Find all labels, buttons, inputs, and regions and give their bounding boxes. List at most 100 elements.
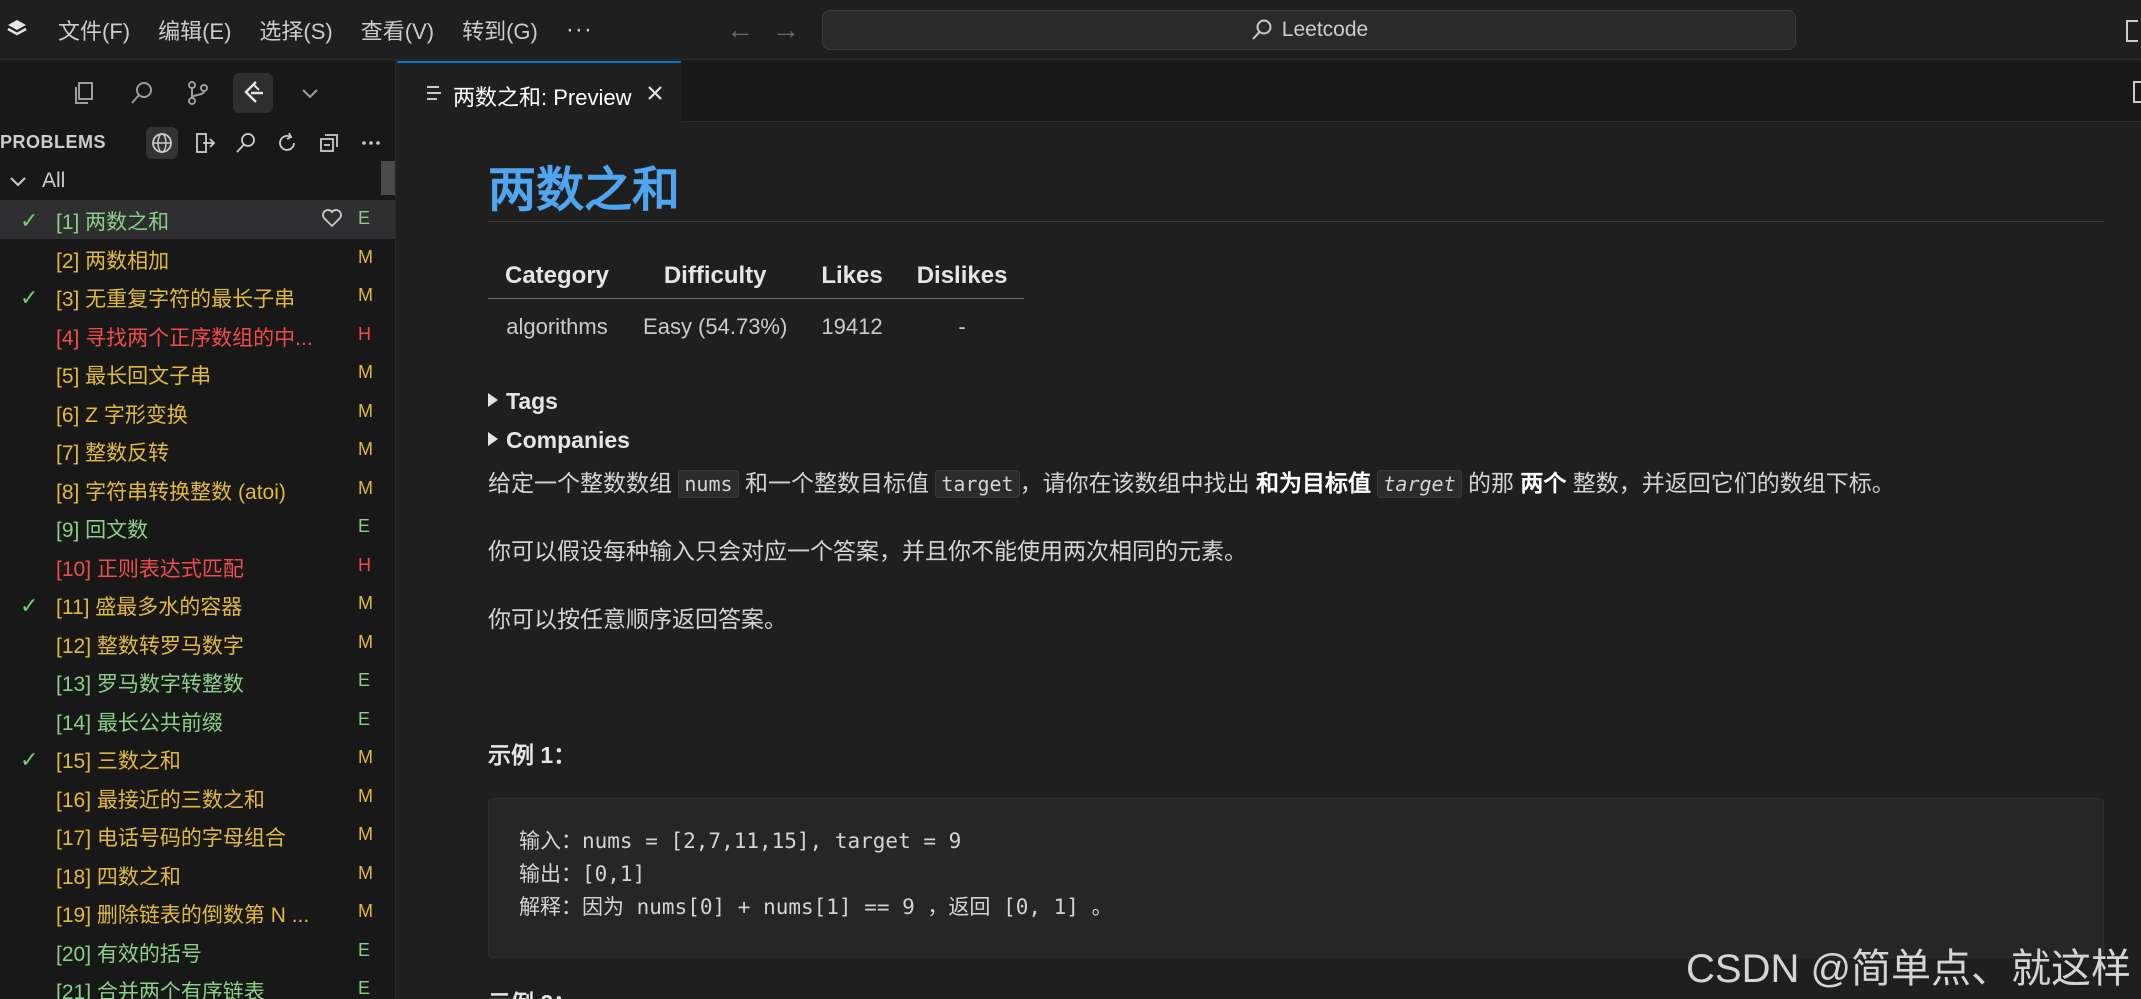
search-icon xyxy=(1252,19,1272,40)
difficulty-badge: M xyxy=(358,824,373,844)
problem-title: [13] 罗马数字转整数 xyxy=(56,673,244,696)
problem-title: [18] 四数之和 xyxy=(56,865,181,889)
editor-tab-bar: 两数之和: Preview xyxy=(397,61,2141,122)
example-1-code-block: 输入：nums = [2,7,11,15], target = 9 输出：[0,1… xyxy=(488,798,2104,958)
difficulty-badge: M xyxy=(358,631,373,652)
problem-title: [3] 无重复字符的最长子串 xyxy=(56,288,296,311)
collapse-all-icon[interactable] xyxy=(313,127,345,159)
desc-text: ，请你在该数组中找出 xyxy=(1019,470,1256,496)
explorer-icon[interactable] xyxy=(64,73,104,113)
difficulty-badge: M xyxy=(358,362,373,382)
problem-title: [2] 两数相加 xyxy=(56,249,170,273)
menu-view[interactable]: 查看(V) xyxy=(361,14,434,46)
check-icon: ✓ xyxy=(20,747,39,772)
desc-text: 整数，并返回它们的数组下标。 xyxy=(1566,470,1895,496)
menu-edit[interactable]: 编辑(E) xyxy=(158,14,231,46)
problem-title: [15] 三数之和 xyxy=(56,750,181,773)
meta-likes: 19412 xyxy=(821,314,883,340)
search-problems-icon[interactable] xyxy=(230,127,262,159)
problem-list-item[interactable]: [9] 回文数 E xyxy=(0,508,395,547)
problem-list-item[interactable]: ✓ [3] 无重复字符的最长子串 M xyxy=(0,277,395,316)
menu-file[interactable]: 文件(F) xyxy=(58,14,130,46)
problem-list-item[interactable]: [12] 整数转罗马数字 M xyxy=(0,624,395,663)
menu-more-button[interactable]: ··· xyxy=(566,16,593,44)
forward-arrow-icon[interactable]: → xyxy=(772,14,800,46)
problem-list-item[interactable]: [16] 最接近的三数之和 M xyxy=(0,778,395,817)
problem-list-item[interactable]: [10] 正则表达式匹配 H xyxy=(0,547,395,586)
difficulty-badge: E xyxy=(358,516,371,536)
example-line-explanation: 解释：因为 nums[0] + nums[1] == 9 ，返回 [0, 1] … xyxy=(519,895,1113,919)
search-icon[interactable] xyxy=(122,73,162,113)
heart-icon[interactable] xyxy=(320,206,344,230)
tree-root-label: All xyxy=(42,169,66,192)
problem-preview: 两数之和 Category Difficulty Likes Dislikes … xyxy=(397,122,2141,999)
problem-list-item[interactable]: [5] 最长回文子串 M xyxy=(0,354,395,393)
example-1-heading: 示例 1： xyxy=(488,742,577,768)
sidebar-scrollbar[interactable] xyxy=(381,161,395,195)
problem-list-item[interactable]: [18] 四数之和 M xyxy=(0,855,395,894)
problem-list-item[interactable]: [19] 删除链表的倒数第 N ... M xyxy=(0,893,395,932)
layout-toggle-icon[interactable] xyxy=(2126,20,2138,42)
tags-toggle[interactable]: Tags xyxy=(488,388,558,415)
globe-icon[interactable] xyxy=(146,127,178,159)
inline-code-target-italic: target xyxy=(1377,470,1462,498)
back-arrow-icon[interactable]: ← xyxy=(726,14,754,46)
more-actions-icon[interactable] xyxy=(355,127,387,159)
problem-list-item[interactable]: ✓ [15] 三数之和 M xyxy=(0,739,395,778)
vscode-logo-icon xyxy=(7,20,27,36)
problem-title: [19] 删除链表的倒数第 N ... xyxy=(56,904,310,927)
difficulty-badge: M xyxy=(358,439,373,459)
command-center-search[interactable]: Leetcode xyxy=(822,10,1796,50)
title-divider xyxy=(488,221,2104,222)
source-control-icon[interactable] xyxy=(178,73,218,113)
problem-title: [20] 有效的括号 xyxy=(56,942,202,966)
meta-header-row: Category Difficulty Likes Dislikes xyxy=(488,254,1025,299)
problem-list-item[interactable]: [21] 合并两个有序链表 E xyxy=(0,970,395,999)
preview-icon xyxy=(427,86,441,100)
problem-meta-table: Category Difficulty Likes Dislikes algor… xyxy=(488,254,1025,356)
menu-go[interactable]: 转到(G) xyxy=(462,14,538,46)
problem-list-item[interactable]: [2] 两数相加 M xyxy=(0,239,395,278)
problem-list-item[interactable]: ✓ [1] 两数之和 E xyxy=(0,200,395,239)
refresh-icon[interactable] xyxy=(271,127,303,159)
inline-code-target: target xyxy=(935,470,1020,498)
example-line-input: 输入：nums = [2,7,11,15], target = 9 xyxy=(519,829,962,853)
tab-preview[interactable]: 两数之和: Preview xyxy=(397,61,681,122)
problem-title: [21] 合并两个有序链表 xyxy=(56,981,265,999)
meta-header-dislikes: Dislikes xyxy=(899,254,1025,299)
meta-header-category: Category xyxy=(488,254,627,299)
problem-list-item[interactable]: [17] 电话号码的字母组合 M xyxy=(0,816,395,855)
menu-selection[interactable]: 选择(S) xyxy=(259,14,332,46)
problem-list-item[interactable]: [20] 有效的括号 E xyxy=(0,932,395,971)
split-editor-icon[interactable] xyxy=(2133,81,2141,103)
problem-list-item[interactable]: ✓ [11] 盛最多水的容器 M xyxy=(0,585,395,624)
difficulty-badge: H xyxy=(358,323,371,344)
problem-list-item[interactable]: [13] 罗马数字转整数 E xyxy=(0,662,395,701)
sidebar: PROBLEMS All ✓ [1] 两数之和 E [2] 两数相加 M ✓ [3] 无重复… xyxy=(0,61,396,999)
description-paragraph-1: 给定一个整数数组 nums 和一个整数目标值 target ，请你在该数组中找出 … xyxy=(488,464,1895,498)
problem-list-item[interactable]: [6] Z 字形变换 M xyxy=(0,393,395,432)
problem-title: [5] 最长回文子串 xyxy=(56,365,212,388)
problem-list-item[interactable]: [4] 寻找两个正序数组的中... H xyxy=(0,316,395,355)
meta-header-difficulty: Difficulty xyxy=(626,254,805,299)
companies-toggle[interactable]: Companies xyxy=(488,427,630,454)
problem-title: [16] 最接近的三数之和 xyxy=(56,788,265,812)
problem-list-item[interactable]: [14] 最长公共前缀 E xyxy=(0,701,395,740)
sign-in-icon[interactable] xyxy=(189,127,221,159)
leetcode-icon[interactable] xyxy=(233,73,273,113)
problem-title: [8] 字符串转换整数 (atoi) xyxy=(56,480,286,504)
desc-bold: 和为目标值 xyxy=(1255,470,1371,496)
description-paragraph-3: 你可以按任意顺序返回答案。 xyxy=(488,606,787,632)
problem-list-item[interactable]: [7] 整数反转 M xyxy=(0,431,395,470)
problem-list-item[interactable]: [8] 字符串转换整数 (atoi) M xyxy=(0,470,395,509)
chevron-down-icon xyxy=(10,177,26,187)
close-icon[interactable] xyxy=(645,83,665,103)
tree-root-all[interactable]: All xyxy=(0,163,395,199)
problem-title: [12] 整数转罗马数字 xyxy=(56,634,244,658)
difficulty-badge: M xyxy=(358,785,373,806)
difficulty-badge: M xyxy=(358,246,373,267)
inline-code-nums: nums xyxy=(678,470,739,498)
problem-title: [7] 整数反转 xyxy=(56,442,170,465)
example-line-output: 输出：[0,1] xyxy=(519,862,646,886)
chevron-down-icon[interactable] xyxy=(290,73,330,113)
